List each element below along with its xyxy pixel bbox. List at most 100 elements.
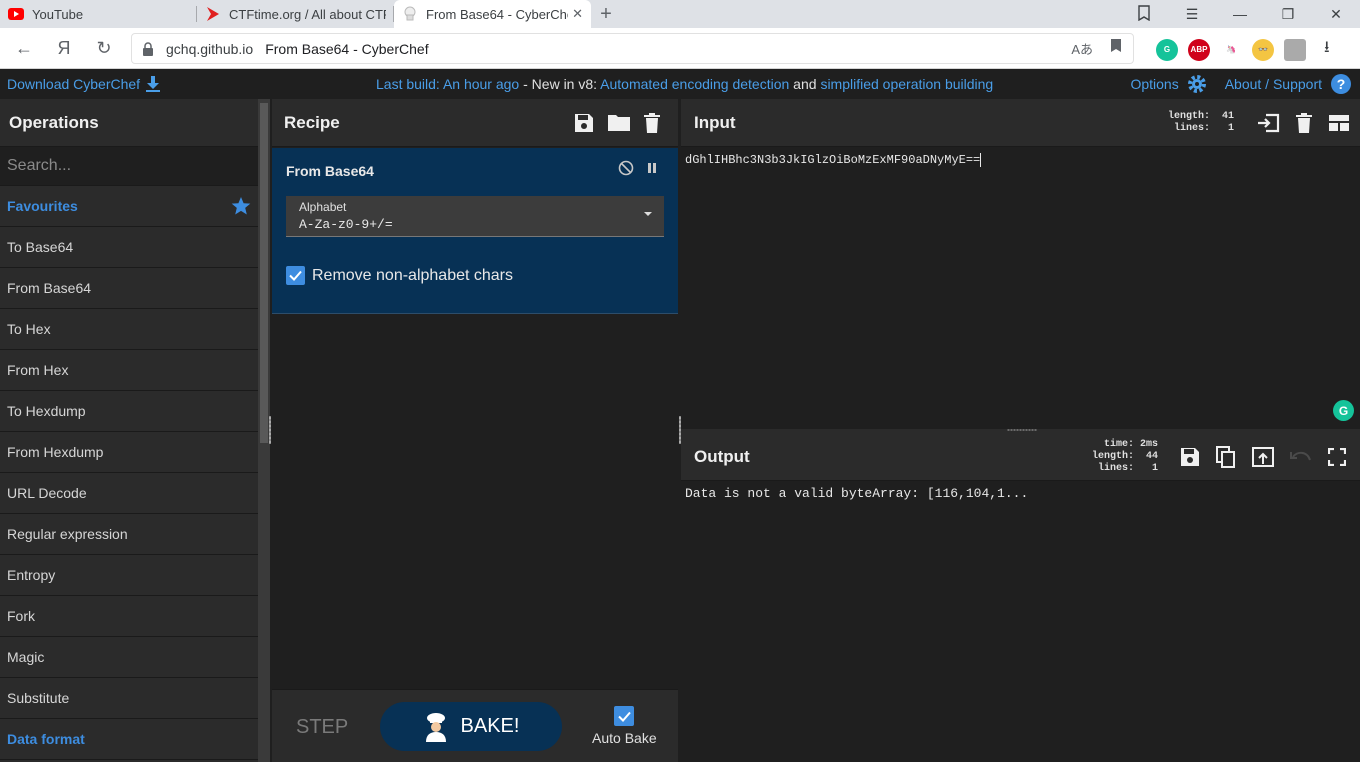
new-tab-button[interactable]: + xyxy=(591,0,621,28)
replace-input-icon[interactable] xyxy=(1252,446,1274,467)
build-info: Last build: An hour ago - New in v8: Aut… xyxy=(376,76,993,92)
output-time-label: time: xyxy=(1103,438,1134,450)
operation-from-base64[interactable]: From Base64 xyxy=(0,268,258,309)
output-text[interactable]: Data is not a valid byteArray: [116,104,… xyxy=(685,486,1028,501)
operation-name: From Base64 xyxy=(286,163,374,179)
input-textarea[interactable]: dGhlIHBhc3N3b3JkIGlzOiBoMzExMF90aDNyMyE=… xyxy=(685,153,982,167)
last-build-link[interactable]: Last build: An hour ago xyxy=(376,76,519,92)
grammarly-icon[interactable]: G xyxy=(1156,38,1178,61)
translate-icon[interactable]: Aあ xyxy=(1071,39,1093,58)
category-data-format[interactable]: Data format xyxy=(0,719,258,760)
close-window-icon[interactable]: ✕ xyxy=(1312,6,1360,23)
profile-avatar-icon[interactable] xyxy=(1284,38,1306,61)
back-icon[interactable]: ← xyxy=(4,38,44,59)
address-bar[interactable]: gchq.github.io From Base64 - CyberChef A… xyxy=(131,33,1134,64)
glasses-extension-icon[interactable]: 👓 xyxy=(1252,38,1274,61)
svg-text:?: ? xyxy=(1337,76,1346,92)
bookmark-page-icon[interactable] xyxy=(1111,39,1121,58)
about-support-link[interactable]: About / Support xyxy=(1225,76,1322,92)
bake-button[interactable]: BAKE! xyxy=(380,702,562,751)
output-header: Output time: 2ms length: 44 lines: 1 xyxy=(681,433,1360,481)
operation-url-decode[interactable]: URL Decode xyxy=(0,473,258,514)
operation-magic[interactable]: Magic xyxy=(0,637,258,678)
youtube-icon xyxy=(8,6,24,22)
alphabet-label: Alphabet xyxy=(299,200,347,214)
automated-encoding-link[interactable]: Automated encoding detection xyxy=(600,76,789,92)
operations-search-input[interactable]: Search... xyxy=(0,147,258,186)
auto-bake-toggle[interactable]: Auto Bake xyxy=(592,706,657,746)
download-cyberchef-label[interactable]: Download CyberChef xyxy=(7,76,140,92)
checkbox-checked-icon[interactable] xyxy=(286,266,305,285)
browser-tab-cyberchef[interactable]: From Base64 - CyberChef ✕ xyxy=(394,0,591,28)
operation-from-hexdump[interactable]: From Hexdump xyxy=(0,432,258,473)
bookmark-icon[interactable] xyxy=(1120,4,1168,24)
new-in-text: - New in v8: xyxy=(519,76,601,92)
download-cyberchef-link[interactable]: Download CyberChef xyxy=(7,76,161,92)
folder-icon[interactable] xyxy=(608,113,630,131)
gear-icon[interactable] xyxy=(1187,74,1207,94)
operation-to-base64[interactable]: To Base64 xyxy=(0,227,258,268)
maximize-icon[interactable] xyxy=(1328,447,1346,466)
input-title: Input xyxy=(694,112,736,132)
operation-from-hex[interactable]: From Hex xyxy=(0,350,258,391)
close-tab-icon[interactable]: ✕ xyxy=(572,6,583,22)
copy-output-icon[interactable] xyxy=(1216,445,1236,468)
pause-icon[interactable] xyxy=(646,162,658,174)
download-icon[interactable]: ⭳ xyxy=(1324,36,1330,63)
undo-icon xyxy=(1290,451,1311,460)
layout-icon[interactable] xyxy=(1328,114,1350,132)
browser-tab-ctftime[interactable]: CTFtime.org / All about CTF xyxy=(197,0,394,28)
reload-icon[interactable]: ↻ xyxy=(84,38,124,59)
ctftime-icon xyxy=(205,6,221,22)
unicorn-extension-icon[interactable]: 🦄 xyxy=(1220,38,1242,61)
operation-to-hexdump[interactable]: To Hexdump xyxy=(0,391,258,432)
operation-substitute[interactable]: Substitute xyxy=(0,678,258,719)
resize-handle[interactable] xyxy=(1007,429,1037,431)
alphabet-select[interactable]: Alphabet A-Za-z0-9+/= xyxy=(286,196,664,237)
alphabet-value: A-Za-z0-9+/= xyxy=(299,217,393,232)
step-button[interactable]: STEP xyxy=(296,716,348,739)
output-lines-label: lines: xyxy=(1097,462,1134,474)
options-link[interactable]: Options xyxy=(1130,76,1178,92)
output-title: Output xyxy=(694,446,750,466)
disable-icon[interactable] xyxy=(618,160,634,176)
operation-entropy[interactable]: Entropy xyxy=(0,555,258,596)
save-icon[interactable] xyxy=(574,113,594,133)
resize-handle[interactable] xyxy=(269,416,271,444)
address-page-title: From Base64 - CyberChef xyxy=(265,40,429,57)
save-output-icon[interactable] xyxy=(1180,447,1200,467)
output-time: 2ms xyxy=(1140,438,1159,450)
help-icon[interactable]: ? xyxy=(1330,73,1352,95)
clear-input-trash-icon[interactable] xyxy=(1296,112,1312,133)
tab-title: YouTube xyxy=(32,6,84,22)
and-text: and xyxy=(789,76,821,92)
load-file-icon[interactable] xyxy=(1256,113,1280,133)
operations-panel: Operations Search... Favourites To Base6… xyxy=(0,99,258,762)
input-lines: 1 xyxy=(1227,122,1234,134)
output-panel: Output time: 2ms length: 44 lines: 1 Data i… xyxy=(681,433,1360,762)
trash-icon[interactable] xyxy=(644,112,660,133)
restore-icon[interactable]: ❐ xyxy=(1264,6,1312,23)
yandex-icon[interactable]: Я xyxy=(44,38,84,59)
operation-to-hex[interactable]: To Hex xyxy=(0,309,258,350)
input-stats: length: 41 lines: 1 xyxy=(1168,111,1234,135)
scrollbar-thumb[interactable] xyxy=(260,103,268,443)
recipe-operation-from-base64[interactable]: From Base64 Alphabet A-Za-z0-9+/= Remove… xyxy=(272,148,678,314)
operation-regular-expression[interactable]: Regular expression xyxy=(0,514,258,555)
output-lines: 1 xyxy=(1151,462,1158,474)
output-length-label: length: xyxy=(1091,450,1134,462)
adblock-icon[interactable]: ABP xyxy=(1188,38,1210,61)
address-host: gchq.github.io xyxy=(166,40,254,57)
browser-tab-youtube[interactable]: YouTube xyxy=(0,0,197,28)
input-length: 41 xyxy=(1221,110,1234,122)
menu-icon[interactable]: ☰ xyxy=(1168,6,1216,23)
chevron-down-icon xyxy=(644,212,652,216)
minimize-icon[interactable]: — xyxy=(1216,6,1264,22)
category-favourites[interactable]: Favourites xyxy=(0,186,258,227)
checkbox-checked-icon[interactable] xyxy=(614,706,635,726)
operation-fork[interactable]: Fork xyxy=(0,596,258,637)
remove-non-alphabet-checkbox[interactable]: Remove non-alphabet chars xyxy=(286,266,513,285)
grammarly-icon[interactable]: G xyxy=(1333,400,1354,421)
auto-bake-label: Auto Bake xyxy=(592,730,657,746)
simplified-operation-link[interactable]: simplified operation building xyxy=(820,76,993,92)
